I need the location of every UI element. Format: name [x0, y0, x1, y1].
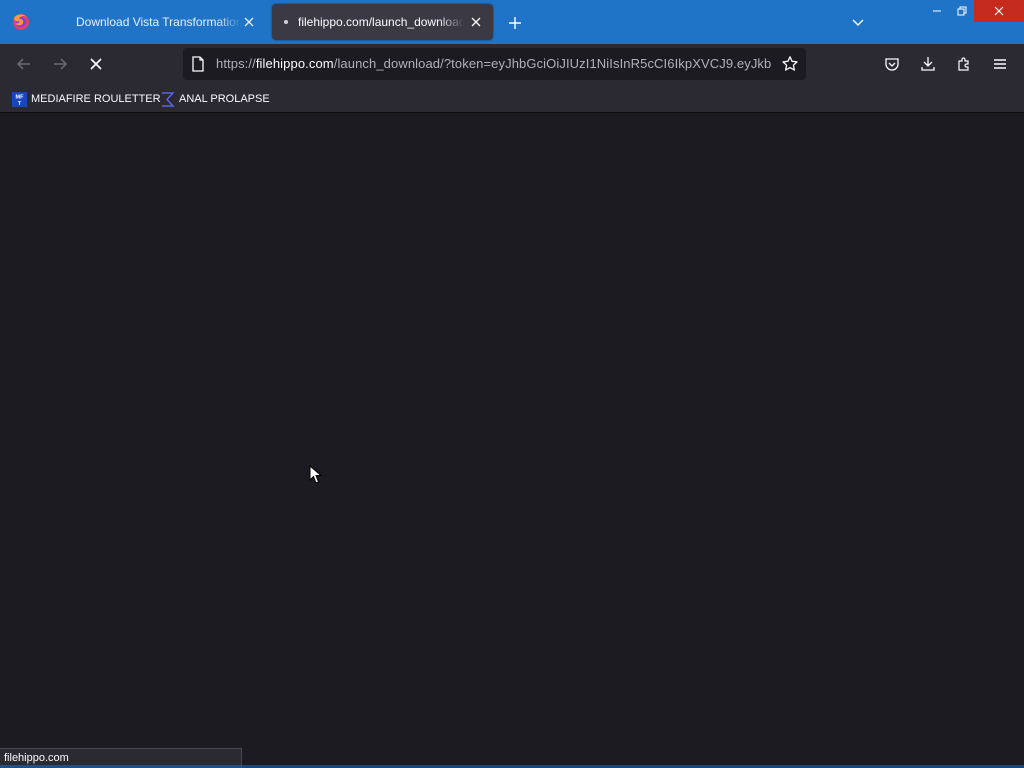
navigation-toolbar: https://filehippo.com/launch_download/?t… [0, 44, 1024, 84]
close-icon [994, 6, 1004, 16]
arrow-left-icon [16, 58, 30, 70]
puzzle-piece-icon [958, 57, 969, 71]
bookmark-label: ANAL PROLAPSE [179, 93, 270, 105]
mouse-cursor-icon [309, 465, 323, 484]
tab-strip: Download Vista Transformation Pack fileh… [0, 0, 1024, 44]
bookmark-anal-prolapse[interactable]: ANAL PROLAPSE [160, 89, 270, 109]
page-content [0, 113, 1024, 768]
bookmark-star-icon[interactable] [781, 55, 799, 73]
loading-dot-icon [284, 20, 288, 24]
bookmark-label: MEDIAFIRE ROULETTER [31, 93, 161, 105]
pocket-button[interactable] [882, 54, 902, 74]
close-tab-icon[interactable] [242, 15, 256, 29]
close-window-button[interactable] [974, 0, 1024, 22]
url-host: filehippo.com [255, 56, 334, 71]
url-scheme: https:// [216, 56, 256, 71]
stop-x-icon [90, 58, 102, 70]
chevron-down-icon[interactable] [850, 14, 866, 30]
new-tab-plus-icon[interactable] [506, 14, 524, 32]
tab-title: filehippo.com/launch_download/?token [298, 15, 464, 29]
url-text[interactable]: https://filehippo.com/launch_download/?t… [216, 56, 772, 71]
arrow-right-icon [54, 58, 68, 70]
forward-button[interactable] [50, 54, 70, 74]
url-path: /launch_download/?token=eyJhbGciOiJIUzI1… [333, 56, 772, 71]
pocket-icon [885, 58, 899, 71]
downloads-button[interactable] [918, 54, 938, 74]
browser-window: Download Vista Transformation Pack fileh… [0, 0, 1024, 768]
tab-filehippo[interactable]: filehippo.com/launch_download/?token [272, 4, 493, 40]
extensions-button[interactable] [954, 54, 974, 74]
address-bar[interactable]: https://filehippo.com/launch_download/?t… [183, 48, 806, 80]
hamburger-menu-icon [994, 59, 1006, 69]
tab-download-vista[interactable]: Download Vista Transformation Pack [62, 4, 266, 40]
download-icon [921, 57, 935, 71]
restore-icon [957, 6, 967, 16]
close-tab-icon[interactable] [469, 15, 483, 29]
firefox-logo-icon [13, 14, 29, 30]
stop-loading-button[interactable] [86, 54, 106, 74]
svg-text:MF: MF [16, 94, 25, 100]
bookmarks-toolbar: MF T MEDIAFIRE ROULETTER ANAL PROLAPSE [0, 84, 1024, 113]
minimize-icon [933, 10, 941, 12]
sigma-icon [162, 91, 175, 107]
page-icon [192, 56, 204, 72]
back-button[interactable] [14, 54, 34, 74]
tab-title: Download Vista Transformation Pack [76, 15, 242, 29]
bookmark-mediafire-rouletter[interactable]: MF T MEDIAFIRE ROULETTER [12, 89, 161, 109]
app-menu-button[interactable] [990, 54, 1010, 74]
mft-icon: MF T [12, 91, 27, 107]
